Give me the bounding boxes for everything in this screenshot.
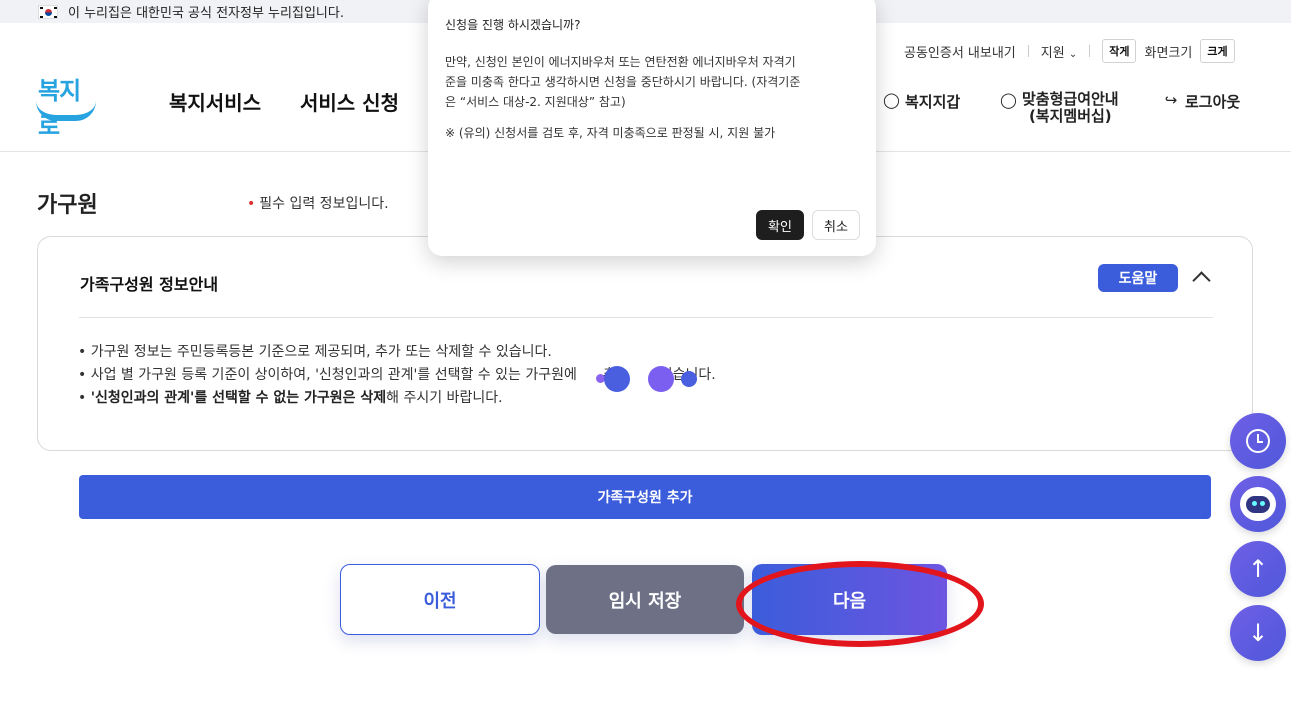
collapse-chevron-up-icon[interactable] bbox=[1188, 263, 1214, 289]
divider bbox=[1027, 45, 1029, 57]
chatbot-icon bbox=[1240, 487, 1276, 521]
prev-button[interactable]: 이전 bbox=[340, 564, 540, 635]
chevron-down-icon: ⌄ bbox=[1068, 48, 1078, 60]
list-item: • 가구원 정보는 주민등록등본 기준으로 제공되며, 추가 또는 삭제할 수 … bbox=[78, 344, 552, 360]
dialog-body-line: 준을 미충족 한다고 생각하시면 신청을 중단하시기 바랍니다. (자격기준 bbox=[445, 75, 801, 89]
highlight-annotation bbox=[736, 561, 984, 647]
arrow-up-icon: ↑ bbox=[1247, 555, 1269, 583]
dialog-body-line: 만약, 신청인 본인이 에너지바우처 또는 연탄전환 에너지바우처 자격기 bbox=[445, 55, 796, 69]
logout-label: 로그아웃 bbox=[1185, 93, 1241, 111]
divider bbox=[79, 317, 1213, 318]
nav-welfare-wallet-label: 복지지갑 bbox=[905, 93, 961, 111]
logout-icon: ↪ bbox=[1164, 91, 1178, 109]
dialog-body: 만약, 신청인 본인이 에너지바우처 또는 연탄전환 에너지바우처 자격기 준을… bbox=[445, 52, 861, 112]
family-info-panel: 가족구성원 정보안내 도움말 • 가구원 정보는 주민등록등본 기준으로 제공되… bbox=[37, 236, 1253, 451]
add-family-member-button[interactable]: 가족구성원 추가 bbox=[79, 475, 1211, 519]
gov-banner-text: 이 누리집은 대한민국 공식 전자정부 누리집입니다. bbox=[68, 6, 344, 21]
bullet-text: 해 주시기 바랍니다. bbox=[386, 390, 503, 406]
utility-bar: 공동인증서 내보내기 지원 ⌄ 작게 화면크기 크게 bbox=[904, 39, 1235, 63]
cancel-button[interactable]: 취소 bbox=[812, 210, 860, 240]
gnb-service-apply[interactable]: 서비스 신청 bbox=[300, 87, 399, 116]
required-note-text: 필수 입력 정보입니다. bbox=[259, 196, 389, 212]
font-larger-button[interactable]: 크게 bbox=[1200, 39, 1235, 63]
history-button[interactable] bbox=[1230, 413, 1286, 469]
page-title: 가구원 bbox=[37, 193, 98, 218]
user-icon: ◯ bbox=[883, 91, 900, 109]
temp-save-button[interactable]: 임시 저장 bbox=[546, 565, 744, 634]
loading-dot bbox=[604, 366, 630, 392]
divider bbox=[1089, 45, 1091, 57]
gnb-welfare-services[interactable]: 복지서비스 bbox=[169, 87, 261, 116]
required-note: • 필수 입력 정보입니다. bbox=[247, 193, 389, 213]
logout-link[interactable]: ↪ 로그아웃 bbox=[1163, 91, 1241, 112]
chatbot-button[interactable] bbox=[1230, 476, 1286, 532]
font-smaller-button[interactable]: 작게 bbox=[1102, 39, 1137, 63]
site-logo[interactable]: 복지로 bbox=[36, 71, 98, 140]
korea-flag-icon bbox=[38, 4, 58, 19]
dialog-body-line: 은 “서비스 대상-2. 지원대상” 참고) bbox=[445, 95, 626, 109]
scroll-bottom-button[interactable]: ↓ bbox=[1230, 605, 1286, 661]
loading-dot bbox=[648, 366, 674, 392]
bullet-text: 가구원 정보는 주민등록등본 기준으로 제공되며, 추가 또는 삭제할 수 있습… bbox=[90, 344, 552, 360]
confirm-dialog: 신청을 진행 하시겠습니까? 만약, 신청인 본인이 에너지바우처 또는 연탄전… bbox=[428, 0, 876, 256]
nav-membership-sublabel: (복지멤버십) bbox=[1028, 107, 1112, 125]
support-menu[interactable]: 지원 ⌄ bbox=[1041, 42, 1077, 61]
user-plus-icon: ◯ bbox=[1000, 91, 1017, 109]
confirm-button[interactable]: 확인 bbox=[756, 210, 804, 240]
nav-membership-label: 맞춤형급여안내 bbox=[1022, 90, 1119, 108]
arrow-down-icon: ↓ bbox=[1247, 619, 1269, 647]
cert-export-link[interactable]: 공동인증서 내보내기 bbox=[904, 42, 1016, 61]
support-label: 지원 bbox=[1040, 45, 1065, 61]
nav-welfare-wallet[interactable]: ◯ 복지지갑 bbox=[883, 91, 960, 112]
history-icon bbox=[1246, 429, 1270, 453]
nav-membership[interactable]: ◯ 맞춤형급여안내 (복지멤버십) bbox=[1000, 91, 1119, 125]
dialog-note: ※ (유의) 신청서를 검토 후, 자격 미충족으로 판정될 시, 지원 불가 bbox=[445, 126, 776, 140]
bullet-bold-text: '신청인과의 관계'를 선택할 수 없는 가구원은 삭제 bbox=[90, 390, 387, 406]
family-info-title: 가족구성원 정보안내 bbox=[80, 275, 219, 294]
help-button[interactable]: 도움말 bbox=[1098, 264, 1178, 292]
scroll-top-button[interactable]: ↑ bbox=[1230, 541, 1286, 597]
loading-dot bbox=[681, 371, 697, 387]
screen-size-label: 화면크기 bbox=[1144, 45, 1193, 61]
dialog-question: 신청을 진행 하시겠습니까? bbox=[445, 18, 581, 32]
required-dot-icon: • bbox=[247, 196, 256, 212]
bullet-text: 사업 별 가구원 등록 기준이 상이하여, '신청인과의 관계'를 선택할 수 … bbox=[90, 367, 577, 383]
